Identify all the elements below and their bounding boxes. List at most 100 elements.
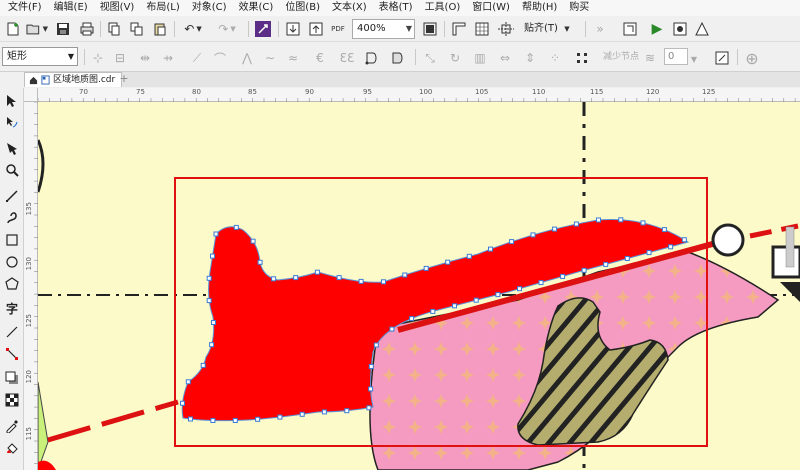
path-node[interactable] bbox=[293, 275, 299, 281]
path-node[interactable] bbox=[596, 217, 601, 223]
path-node[interactable] bbox=[180, 400, 185, 406]
search-content-icon[interactable] bbox=[253, 19, 273, 39]
path-node[interactable] bbox=[213, 231, 219, 237]
zoom-tool-icon[interactable] bbox=[2, 160, 22, 180]
path-node[interactable] bbox=[473, 297, 479, 303]
save-icon[interactable] bbox=[53, 19, 73, 39]
ruler-corner[interactable] bbox=[24, 88, 38, 102]
path-node[interactable] bbox=[581, 267, 587, 273]
path-node[interactable] bbox=[618, 217, 624, 223]
menu-table[interactable]: 表格(T) bbox=[373, 0, 419, 16]
path-node[interactable] bbox=[624, 256, 630, 261]
path-node[interactable] bbox=[344, 408, 350, 414]
path-node[interactable] bbox=[358, 278, 364, 284]
path-node[interactable] bbox=[445, 259, 451, 265]
path-node[interactable] bbox=[210, 418, 216, 423]
print-icon[interactable] bbox=[77, 19, 97, 39]
path-node[interactable] bbox=[430, 308, 436, 314]
export-icon[interactable] bbox=[306, 19, 326, 39]
path-node[interactable] bbox=[200, 362, 206, 368]
path-node[interactable] bbox=[314, 269, 320, 275]
symmetrical-node-icon[interactable]: ≈ bbox=[283, 48, 303, 68]
align-nodes-icon[interactable]: ▥ bbox=[470, 48, 490, 68]
drawing-canvas[interactable] bbox=[38, 102, 800, 470]
menu-file[interactable]: 文件(F) bbox=[2, 0, 48, 16]
reflect-vertical-icon[interactable]: ⇕ bbox=[520, 48, 540, 68]
add-icon[interactable]: ⊕ bbox=[742, 48, 762, 68]
shape-tool-icon[interactable] bbox=[2, 112, 22, 132]
rotate-nodes-icon[interactable]: ↻ bbox=[445, 48, 465, 68]
path-node[interactable] bbox=[210, 253, 215, 259]
publish-pdf-icon[interactable]: PDF bbox=[328, 19, 348, 39]
menu-layout[interactable]: 布局(L) bbox=[140, 0, 185, 16]
path-node[interactable] bbox=[321, 409, 327, 415]
menu-effects[interactable]: 效果(C) bbox=[233, 0, 280, 16]
path-node[interactable] bbox=[538, 280, 544, 286]
path-node[interactable] bbox=[389, 326, 395, 332]
chevron-down-icon[interactable]: ▼ bbox=[404, 20, 414, 38]
green-region-shape[interactable] bbox=[38, 381, 49, 470]
menu-tools[interactable]: 工具(O) bbox=[419, 0, 467, 16]
path-node[interactable] bbox=[530, 232, 536, 238]
break-curve-icon[interactable]: ⇸ bbox=[158, 48, 178, 68]
reflect-horizontal-icon[interactable]: ⇔ bbox=[495, 48, 515, 68]
show-guidelines-icon[interactable] bbox=[495, 19, 517, 39]
menu-text[interactable]: 文本(X) bbox=[326, 0, 373, 16]
select-all-nodes-icon[interactable] bbox=[572, 48, 592, 68]
new-document-icon[interactable] bbox=[3, 19, 23, 39]
delete-node-icon[interactable]: ⊟ bbox=[110, 48, 130, 68]
drop-shadow-icon[interactable] bbox=[2, 368, 22, 388]
close-curve-alt-icon[interactable] bbox=[388, 48, 408, 68]
snap-to-menu[interactable]: 贴齐(T) bbox=[524, 19, 558, 39]
add-node-icon[interactable]: ⊹ bbox=[88, 48, 108, 68]
close-curve-icon[interactable] bbox=[362, 48, 382, 68]
chevron-down-icon[interactable]: ▼ bbox=[562, 19, 572, 39]
circle-marker[interactable] bbox=[711, 223, 745, 257]
path-node[interactable] bbox=[232, 418, 238, 423]
path-node[interactable] bbox=[552, 226, 558, 232]
undo-icon[interactable]: ↶ ▼ bbox=[178, 19, 208, 39]
polygon-tool-icon[interactable] bbox=[2, 274, 22, 294]
path-node[interactable] bbox=[271, 276, 277, 282]
red-dashed-fault-line[interactable] bbox=[47, 399, 179, 443]
path-node[interactable] bbox=[452, 303, 457, 309]
path-node[interactable] bbox=[509, 239, 515, 245]
path-node[interactable] bbox=[640, 220, 646, 226]
copy-icon[interactable] bbox=[127, 19, 147, 39]
rectangle-tool-icon[interactable] bbox=[2, 230, 22, 250]
path-node[interactable] bbox=[368, 386, 374, 392]
cut-icon[interactable] bbox=[104, 19, 124, 39]
menu-help[interactable]: 帮助(H) bbox=[516, 0, 563, 16]
path-node[interactable] bbox=[517, 286, 522, 292]
shape-type-select[interactable]: 矩形 ▼ bbox=[2, 47, 78, 66]
import-icon[interactable] bbox=[283, 19, 303, 39]
pick-tool-icon[interactable] bbox=[2, 91, 22, 111]
path-node[interactable] bbox=[250, 238, 256, 244]
eyedropper-tool-icon[interactable] bbox=[2, 416, 22, 436]
menu-object[interactable]: 对象(C) bbox=[186, 0, 233, 16]
cusp-node-icon[interactable]: ⋀ bbox=[237, 48, 257, 68]
text-tool-icon[interactable]: 字 bbox=[2, 298, 22, 318]
interactive-fill-icon[interactable] bbox=[2, 438, 22, 458]
curve-smoothness-input[interactable]: 0 bbox=[664, 48, 688, 65]
path-node[interactable] bbox=[409, 316, 415, 322]
path-node[interactable] bbox=[209, 342, 215, 348]
add-tab-icon[interactable]: + bbox=[118, 73, 130, 86]
path-node[interactable] bbox=[560, 273, 566, 279]
reverse-direction-icon[interactable]: € bbox=[310, 48, 330, 68]
menu-window[interactable]: 窗口(W) bbox=[466, 0, 516, 16]
path-node[interactable] bbox=[206, 275, 212, 281]
path-node[interactable] bbox=[368, 364, 374, 369]
horizontal-ruler[interactable]: 70 75 80 85 90 95 100 105 110 115 120 12… bbox=[38, 88, 800, 102]
paste-icon[interactable] bbox=[150, 19, 170, 39]
join-nodes-icon[interactable]: ⇹ bbox=[135, 48, 155, 68]
convert-to-line-icon[interactable]: ⟋ bbox=[187, 48, 207, 68]
open-folder-icon[interactable]: ▼ bbox=[26, 19, 48, 39]
chevron-down-icon[interactable]: ▼ bbox=[689, 49, 699, 69]
path-node[interactable] bbox=[255, 416, 261, 422]
application-launcher-icon[interactable] bbox=[692, 19, 712, 39]
path-node[interactable] bbox=[495, 292, 501, 298]
menu-view[interactable]: 视图(V) bbox=[94, 0, 141, 16]
path-node[interactable] bbox=[488, 246, 493, 252]
path-node[interactable] bbox=[646, 250, 652, 256]
